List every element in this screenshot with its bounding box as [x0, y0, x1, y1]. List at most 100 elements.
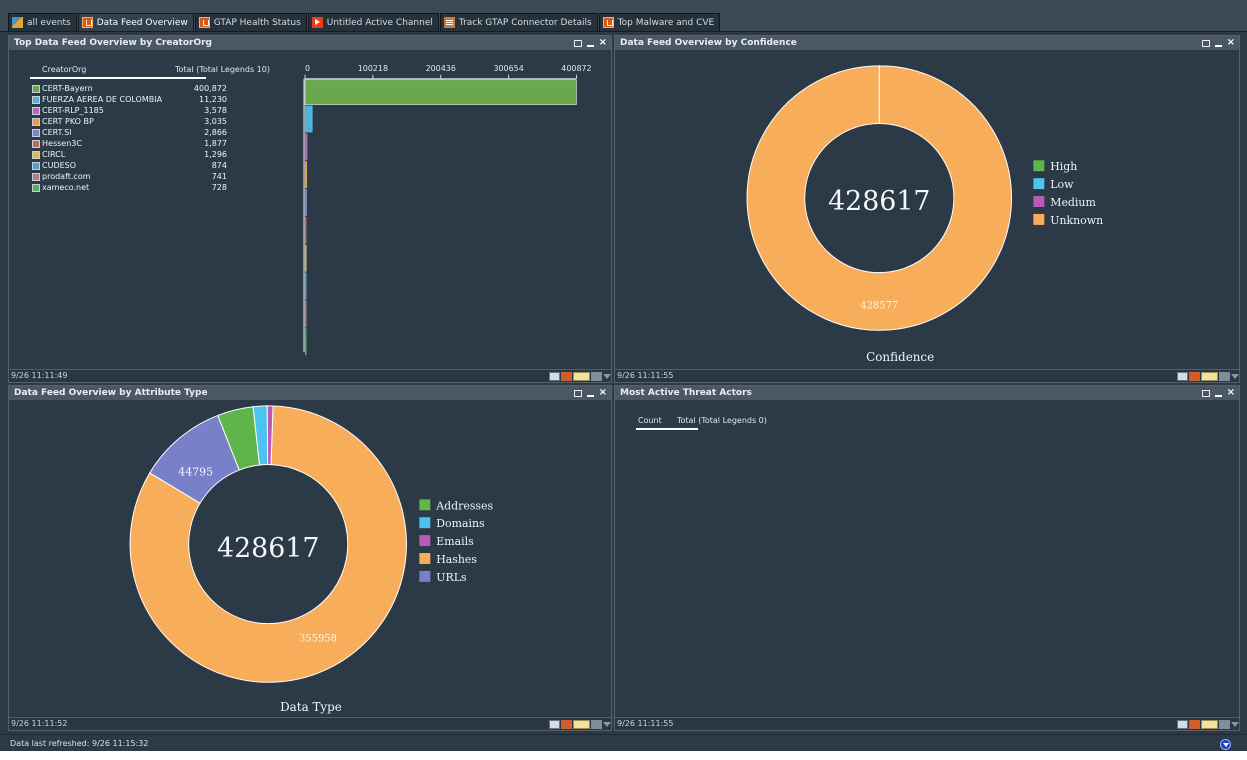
track-icon [443, 17, 455, 28]
dropdown-icon[interactable] [603, 373, 611, 379]
edit-icon[interactable] [561, 719, 572, 729]
flame-icon [198, 17, 210, 28]
attribute-type-panel: Data Feed Overview by Attribute Type × 4… [8, 385, 612, 731]
restore-icon[interactable] [1201, 389, 1210, 397]
settings-icon[interactable] [1219, 719, 1230, 729]
dropdown-icon[interactable] [603, 721, 611, 727]
legend-swatch [1033, 213, 1045, 225]
axis-tick-label: 0 [305, 64, 310, 73]
legend-label: High [1050, 160, 1077, 173]
footer-tools [549, 718, 611, 730]
tab-untitled-active-channel[interactable]: Untitled Active Channel [307, 13, 439, 31]
settings-icon[interactable] [591, 719, 602, 729]
bar[interactable] [305, 189, 307, 216]
column-underline [636, 428, 698, 430]
legend-swatch [1033, 196, 1045, 208]
creatororg-panel: Top Data Feed Overview by CreatorOrg × C… [8, 35, 612, 383]
flame-icon [81, 17, 93, 28]
bar[interactable] [305, 105, 313, 133]
footer-tools [1177, 370, 1239, 382]
bar[interactable] [305, 328, 307, 356]
tab-label: Untitled Active Channel [326, 17, 433, 28]
panel-title: Most Active Threat Actors [620, 388, 752, 398]
legend-label: URLs [436, 571, 467, 584]
refresh-icon[interactable] [1177, 371, 1188, 381]
refresh-icon[interactable] [549, 371, 560, 381]
center-total: 428617 [217, 533, 319, 564]
total-column-header: Total (Total Legends 0) [677, 416, 767, 425]
legend-swatch [419, 499, 431, 511]
edit-icon[interactable] [1189, 719, 1200, 729]
bar[interactable] [305, 272, 307, 300]
bar[interactable] [305, 133, 308, 161]
edit-icon[interactable] [1189, 371, 1200, 381]
view-menu-icon[interactable] [1201, 371, 1218, 381]
legend-label: Hashes [436, 553, 477, 566]
dropdown-icon[interactable] [1231, 721, 1239, 727]
panel-footer: 9/26 11:11:55 [615, 369, 1239, 382]
tab-label: GTAP Health Status [213, 17, 301, 28]
view-menu-icon[interactable] [1201, 719, 1218, 729]
bar[interactable] [305, 216, 307, 244]
attribute-type-donut-chart: 428617 44795 355958 Data Type Addresses Domai… [129, 405, 493, 714]
play-icon [311, 17, 323, 28]
footer-time: 9/26 11:11:49 [11, 371, 68, 380]
creatororg-bar-chart: 0 100218 200436 300654 400872 [303, 64, 592, 356]
legend-label: Emails [436, 535, 474, 548]
panel-controls: × [1201, 386, 1235, 400]
threat-actors-panel: Most Active Threat Actors × Count Total … [614, 385, 1240, 731]
refresh-icon[interactable] [1177, 719, 1188, 729]
axis-tick-label: 200436 [426, 64, 456, 73]
tab-all-events[interactable]: all events [8, 13, 77, 31]
status-bar: Data last refreshed: 9/26 11:15:32 [0, 734, 1247, 751]
confidence-panel: Data Feed Overview by Confidence × 42861… [614, 35, 1240, 383]
legend-swatch [419, 570, 431, 582]
settings-icon[interactable] [591, 371, 602, 381]
refresh-status: Data last refreshed: 9/26 11:15:32 [10, 739, 149, 748]
refresh-icon[interactable] [549, 719, 560, 729]
legend-swatch [1033, 178, 1045, 190]
slice-value-label: 44795 [178, 465, 213, 478]
chart-caption: Confidence [866, 350, 934, 364]
panel-footer: 9/26 11:11:52 [9, 717, 611, 730]
legend-swatch [419, 517, 431, 529]
flame-icon [602, 17, 614, 28]
footer-time: 9/26 11:11:55 [617, 371, 674, 380]
minimize-icon[interactable] [1214, 394, 1222, 397]
axis-tick-label: 100218 [358, 64, 388, 73]
legend-label: Addresses [435, 499, 493, 512]
legend-label: Medium [1050, 196, 1096, 209]
events-icon [12, 17, 23, 28]
legend-label: Low [1050, 178, 1074, 191]
panel-footer: 9/26 11:11:55 [615, 717, 1239, 730]
slice-value-label: 428577 [860, 300, 898, 311]
tab-label: all events [27, 17, 71, 28]
dropdown-icon[interactable] [1231, 373, 1239, 379]
legend-swatch [1033, 160, 1045, 172]
view-menu-icon[interactable] [573, 371, 590, 381]
tab-bar: all events Data Feed Overview GTAP Healt… [0, 0, 1247, 32]
tab-top-malware-and-cve[interactable]: Top Malware and CVE [598, 13, 721, 31]
close-icon[interactable]: × [1227, 388, 1235, 398]
axis-tick-label: 300654 [493, 64, 523, 73]
dashboard-window: all events Data Feed Overview GTAP Healt… [0, 0, 1247, 760]
footer-tools [549, 370, 611, 382]
tab-gtap-health-status[interactable]: GTAP Health Status [194, 13, 307, 31]
tab-track-gtap-connector-details[interactable]: Track GTAP Connector Details [439, 13, 598, 31]
tab-label: Data Feed Overview [96, 17, 188, 28]
tab-label: Top Malware and CVE [617, 17, 715, 28]
view-menu-icon[interactable] [573, 719, 590, 729]
status-menu-icon[interactable] [1220, 739, 1231, 750]
bar[interactable] [304, 79, 577, 105]
settings-icon[interactable] [1219, 371, 1230, 381]
legend-swatch [419, 553, 431, 564]
panel-footer: 9/26 11:11:49 [9, 369, 611, 382]
bar[interactable] [305, 244, 307, 272]
slice-value-label: 355958 [299, 634, 337, 645]
legend-swatch [419, 535, 431, 547]
bar[interactable] [305, 300, 307, 328]
tab-data-feed-overview[interactable]: Data Feed Overview [77, 13, 194, 31]
tab-label: Track GTAP Connector Details [458, 17, 592, 28]
edit-icon[interactable] [561, 371, 572, 381]
bar[interactable] [305, 161, 308, 189]
